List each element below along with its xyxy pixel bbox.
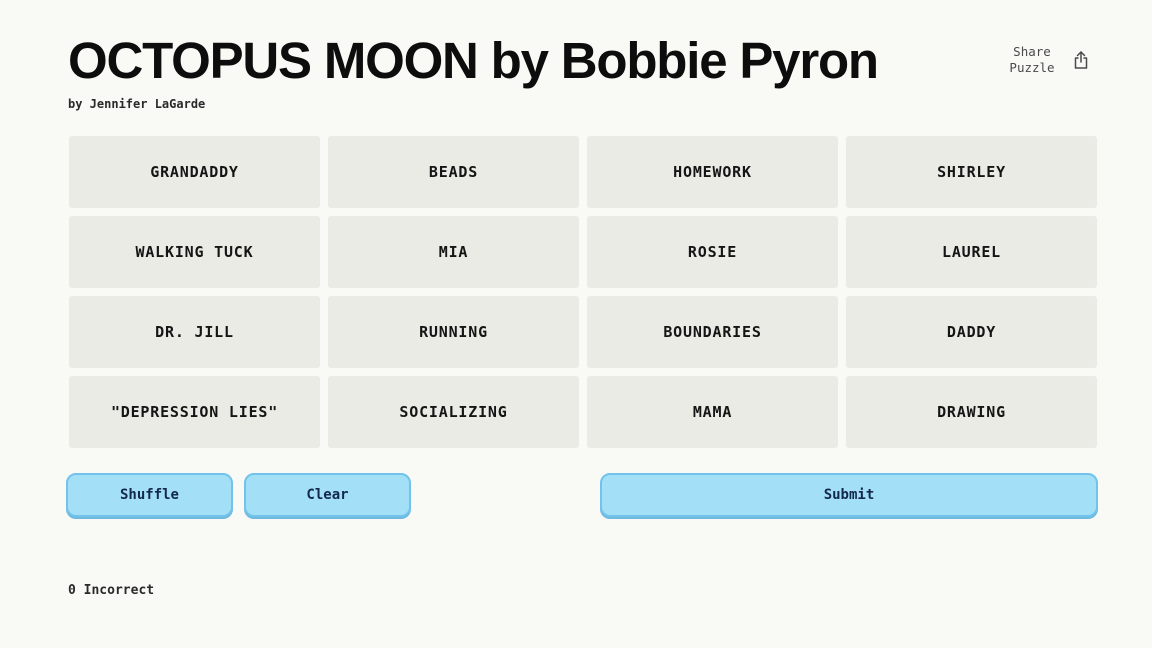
word-tile[interactable]: SHIRLEY: [846, 136, 1097, 208]
word-tile[interactable]: DRAWING: [846, 376, 1097, 448]
word-grid: GRANDADDY BEADS HOMEWORK SHIRLEY WALKING…: [69, 136, 1097, 448]
share-puzzle-button[interactable]: Share Puzzle: [1000, 42, 1092, 78]
share-label-line2: Puzzle: [1009, 60, 1055, 75]
word-tile[interactable]: BOUNDARIES: [587, 296, 838, 368]
clear-button[interactable]: Clear: [244, 473, 411, 517]
word-tile[interactable]: ROSIE: [587, 216, 838, 288]
word-tile[interactable]: WALKING TUCK: [69, 216, 320, 288]
word-tile[interactable]: DR. JILL: [69, 296, 320, 368]
word-tile[interactable]: SOCIALIZING: [328, 376, 579, 448]
submit-button[interactable]: Submit: [600, 473, 1098, 517]
word-tile[interactable]: MAMA: [587, 376, 838, 448]
word-tile[interactable]: DADDY: [846, 296, 1097, 368]
word-tile[interactable]: LAUREL: [846, 216, 1097, 288]
incorrect-count: 0 Incorrect: [68, 583, 155, 598]
shuffle-button[interactable]: Shuffle: [66, 473, 233, 517]
word-tile[interactable]: MIA: [328, 216, 579, 288]
puzzle-title: OCTOPUS MOON by Bobbie Pyron: [68, 32, 879, 89]
share-label-line1: Share: [1013, 44, 1051, 59]
word-tile[interactable]: HOMEWORK: [587, 136, 838, 208]
share-icon: [1074, 51, 1088, 69]
word-tile[interactable]: RUNNING: [328, 296, 579, 368]
author-byline: by Jennifer LaGarde: [68, 97, 206, 111]
word-tile[interactable]: "DEPRESSION LIES": [69, 376, 320, 448]
share-label: Share Puzzle: [1000, 44, 1064, 76]
word-tile[interactable]: GRANDADDY: [69, 136, 320, 208]
word-tile[interactable]: BEADS: [328, 136, 579, 208]
